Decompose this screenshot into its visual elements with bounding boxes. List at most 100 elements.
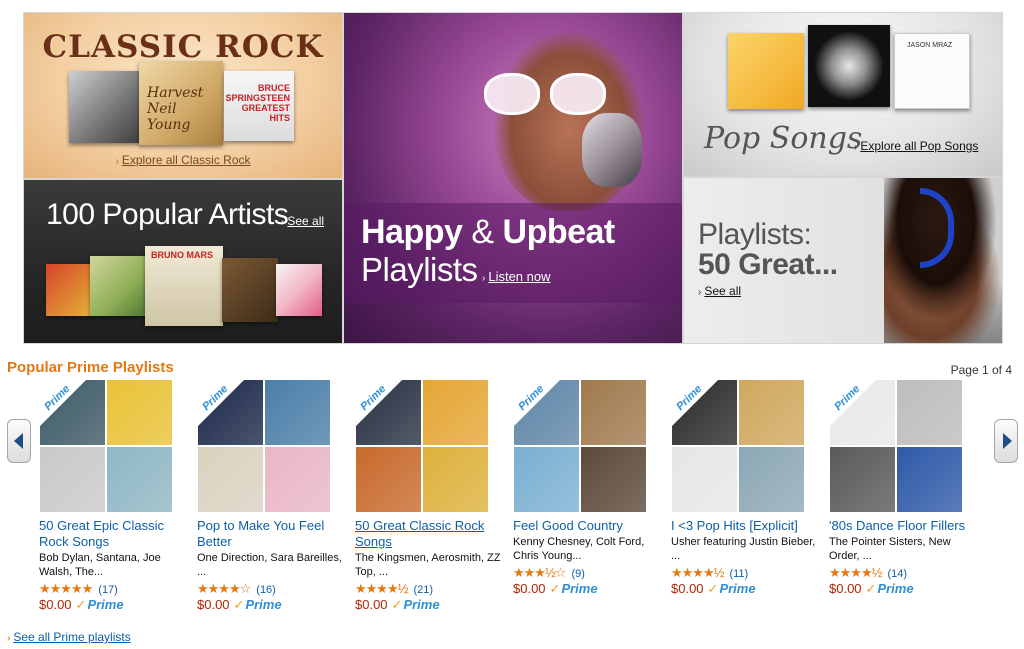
price-value: $0.00 bbox=[671, 581, 704, 596]
playlist-card[interactable]: Prime '80s Dance Floor Fillers The Pointer… bbox=[829, 380, 979, 620]
playlist-card[interactable]: Prime 50 Great Classic Rock Songs The King… bbox=[355, 380, 505, 620]
caret-icon: › bbox=[281, 217, 285, 228]
album-thumbnail bbox=[672, 447, 737, 512]
pop-songs-banner[interactable]: JASON MRAZ Pop Songs › Explore all Pop So… bbox=[683, 12, 1003, 177]
review-count-link[interactable]: (17) bbox=[98, 584, 118, 596]
playlist-rating: ★★★½☆ (9) bbox=[513, 565, 663, 581]
carousel-next-button[interactable] bbox=[994, 419, 1018, 463]
classic-rock-banner[interactable]: CLASSIC ROCK Harvest Neil Young BRUCE SP… bbox=[23, 12, 343, 179]
explore-pop-songs-link-wrap: › Explore all Pop Songs bbox=[854, 139, 978, 153]
happy-word: Happy bbox=[361, 213, 463, 251]
playlist-title-link[interactable]: Pop to Make You Feel Better bbox=[197, 518, 347, 550]
caret-icon: › bbox=[115, 156, 119, 167]
playlist-title-link[interactable]: I <3 Pop Hits [Explicit] bbox=[671, 518, 821, 534]
album-thumbnail bbox=[739, 447, 804, 512]
album-cover-bruno-mars: BRUNO MARS bbox=[145, 246, 223, 326]
playlist-card[interactable]: Prime I <3 Pop Hits [Explicit] Usher featu… bbox=[671, 380, 821, 620]
prime-corner-badge: Prime bbox=[830, 380, 876, 426]
review-count-link[interactable]: (11) bbox=[729, 568, 748, 580]
see-all-prime-playlists-link[interactable]: See all Prime playlists bbox=[13, 630, 130, 644]
prime-logo-icon: ✓Prime bbox=[549, 581, 598, 596]
price-value: $0.00 bbox=[513, 581, 546, 596]
bruno-cover-text: BRUNO MARS bbox=[151, 250, 213, 260]
playlists-see-all-link[interactable]: See all bbox=[704, 284, 741, 298]
playlists-50-great-banner[interactable]: Playlists: 50 Great... › See all bbox=[683, 177, 1003, 344]
album-thumbnail bbox=[356, 447, 421, 512]
prime-corner-badge: Prime bbox=[198, 380, 244, 426]
prime-logo-icon: ✓Prime bbox=[233, 597, 282, 612]
popular-artists-see-all-link[interactable]: See all bbox=[287, 214, 324, 228]
page-indicator: Page 1 of 4 bbox=[950, 363, 1012, 377]
playlist-card[interactable]: Prime Feel Good Country Kenny Chesney, Col… bbox=[513, 380, 663, 620]
album-thumbnail bbox=[897, 447, 962, 512]
popular-artists-banner[interactable]: 100 Popular Artists › See all BRUNO MARS bbox=[23, 179, 343, 344]
album-thumbnail bbox=[265, 447, 330, 512]
prime-logo-label: Prime bbox=[877, 581, 914, 596]
playlist-price: $0.00 ✓Prime bbox=[355, 597, 505, 613]
playlist-artists: Bob Dylan, Santana, Joe Walsh, The... bbox=[39, 552, 161, 578]
playlist-title-link[interactable]: 50 Great Classic Rock Songs bbox=[355, 518, 505, 550]
album-cover-billy-joel bbox=[69, 71, 141, 143]
playlist-cover[interactable]: Prime bbox=[830, 380, 962, 512]
review-count-link[interactable]: (14) bbox=[887, 568, 907, 580]
playlist-title-link[interactable]: 50 Great Epic Classic Rock Songs bbox=[39, 518, 189, 550]
happy-upbeat-title: Happy & Upbeat bbox=[361, 213, 615, 252]
playlist-card[interactable]: Prime Pop to Make You Feel Better One Dire… bbox=[197, 380, 347, 620]
star-rating-icon: ★★★½☆ bbox=[513, 565, 566, 580]
prime-badge-label: Prime bbox=[516, 382, 547, 414]
listen-now-link[interactable]: Listen now bbox=[488, 269, 550, 284]
carousel-prev-button[interactable] bbox=[7, 419, 31, 463]
chevron-left-icon bbox=[14, 433, 23, 449]
price-value: $0.00 bbox=[39, 597, 72, 612]
happy-upbeat-banner[interactable]: Happy & Upbeat Playlists › Listen now bbox=[343, 12, 683, 344]
happy-upbeat-subtitle: Playlists bbox=[361, 251, 478, 288]
star-rating-icon: ★★★★★ bbox=[39, 581, 93, 596]
prime-corner-badge: Prime bbox=[356, 380, 402, 426]
popular-artists-see-all-wrap: › See all bbox=[281, 214, 324, 228]
prime-logo-label: Prime bbox=[87, 597, 124, 612]
playlists-see-all-link-wrap: › See all bbox=[698, 284, 741, 298]
prime-logo-label: Prime bbox=[403, 597, 440, 612]
album-thumbnail bbox=[265, 380, 330, 445]
prime-badge-label: Prime bbox=[674, 382, 705, 414]
playlist-title-link[interactable]: '80s Dance Floor Fillers bbox=[829, 518, 979, 534]
album-thumbnail bbox=[514, 447, 579, 512]
playlist-price: $0.00 ✓Prime bbox=[513, 581, 663, 597]
playlist-price: $0.00 ✓Prime bbox=[197, 597, 347, 613]
playlist-price: $0.00 ✓Prime bbox=[671, 581, 821, 597]
prime-corner-badge: Prime bbox=[40, 380, 86, 426]
playlist-cover[interactable]: Prime bbox=[40, 380, 172, 512]
playlist-cover[interactable]: Prime bbox=[356, 380, 488, 512]
explore-pop-songs-link[interactable]: Explore all Pop Songs bbox=[860, 139, 978, 153]
album-thumbnail bbox=[739, 380, 804, 445]
explore-classic-rock-link[interactable]: Explore all Classic Rock bbox=[122, 153, 251, 167]
star-rating-icon: ★★★★½ bbox=[829, 565, 882, 580]
prime-badge-label: Prime bbox=[42, 382, 73, 414]
album-cover-flaming-lips bbox=[46, 264, 92, 316]
album-cover-bob-dylan bbox=[222, 258, 278, 322]
playlist-cover[interactable]: Prime bbox=[198, 380, 330, 512]
price-value: $0.00 bbox=[355, 597, 388, 612]
playlist-rating: ★★★★★ (17) bbox=[39, 581, 189, 597]
upbeat-word: Upbeat bbox=[502, 213, 616, 251]
playlist-artists: Kenny Chesney, Colt Ford, Chris Young... bbox=[513, 536, 645, 562]
star-rating-icon: ★★★★☆ bbox=[197, 581, 251, 596]
playlist-price: $0.00 ✓Prime bbox=[39, 597, 189, 613]
playlist-cover[interactable]: Prime bbox=[514, 380, 646, 512]
section-title: Popular Prime Playlists bbox=[7, 359, 174, 376]
review-count-link[interactable]: (21) bbox=[413, 584, 433, 596]
caret-icon: › bbox=[854, 142, 858, 153]
review-count-link[interactable]: (9) bbox=[571, 568, 584, 580]
playlist-cover[interactable]: Prime bbox=[672, 380, 804, 512]
playlist-title-link[interactable]: Feel Good Country bbox=[513, 518, 663, 534]
album-cover-harvest: Harvest Neil Young bbox=[139, 61, 223, 145]
prime-badge-label: Prime bbox=[832, 382, 863, 414]
playlist-card[interactable]: Prime 50 Great Epic Classic Rock Songs Bob… bbox=[39, 380, 189, 620]
review-count-link[interactable]: (16) bbox=[256, 584, 276, 596]
prime-logo-label: Prime bbox=[245, 597, 282, 612]
playlists-label: Playlists: bbox=[698, 218, 812, 251]
star-rating-icon: ★★★★½ bbox=[355, 581, 408, 596]
prime-badge-label: Prime bbox=[200, 382, 231, 414]
price-value: $0.00 bbox=[197, 597, 230, 612]
prime-corner-badge: Prime bbox=[514, 380, 560, 426]
